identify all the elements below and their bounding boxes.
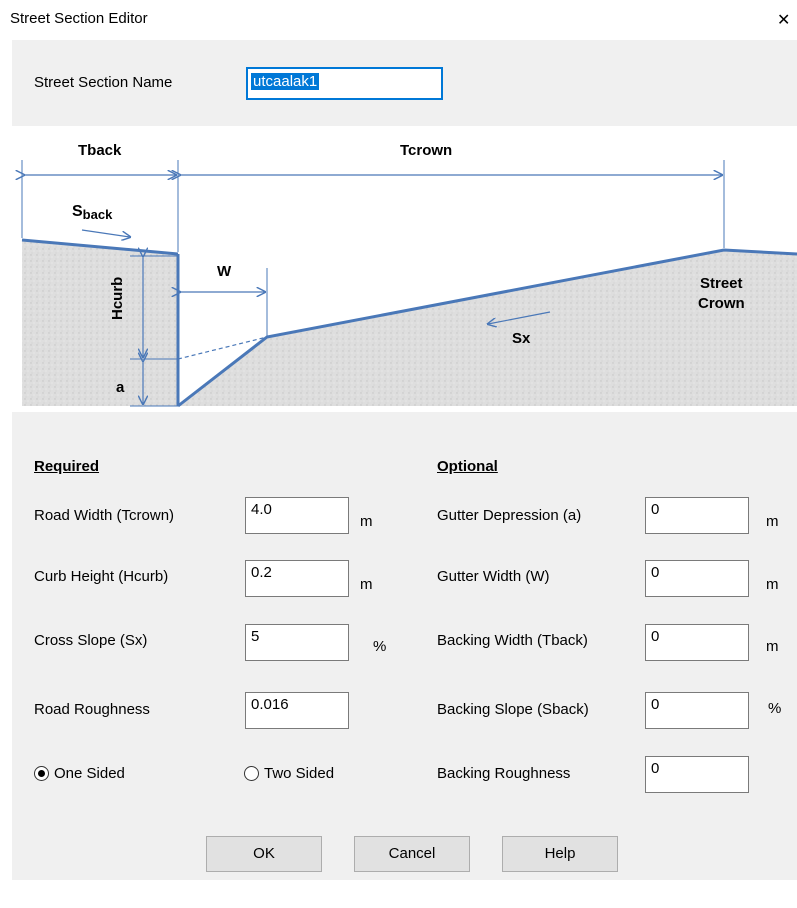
street-label: Street — [700, 275, 743, 292]
street-section-name-label: Street Section Name — [34, 74, 173, 91]
gutter-width-label: Gutter Width (W) — [437, 568, 550, 585]
one-sided-label: One Sided — [54, 765, 125, 782]
backing-slope-input[interactable]: 0 — [645, 692, 749, 729]
backing-width-unit: m — [766, 638, 779, 655]
ok-button[interactable]: OK — [206, 836, 322, 872]
backing-width-label: Backing Width (Tback) — [437, 632, 588, 649]
road-width-input[interactable]: 4.0 — [245, 497, 349, 534]
cross-slope-label: Cross Slope (Sx) — [34, 632, 148, 649]
ground-fill — [22, 240, 178, 406]
sback-label: Sback — [72, 203, 113, 222]
road-roughness-input[interactable]: 0.016 — [245, 692, 349, 729]
road-roughness-label: Road Roughness — [34, 701, 150, 718]
radio-unselected-icon[interactable] — [244, 766, 259, 781]
required-heading: Required — [34, 458, 100, 475]
two-sided-option[interactable]: Two Sided — [244, 765, 334, 782]
backing-width-input[interactable]: 0 — [645, 624, 749, 661]
crown-label: Crown — [698, 295, 745, 312]
optional-heading: Optional — [437, 458, 498, 475]
curb-height-unit: m — [360, 576, 373, 593]
sback-arrow — [81, 229, 130, 237]
backing-roughness-label: Backing Roughness — [437, 765, 571, 782]
ground-fill-road — [178, 250, 797, 406]
tcrown-label: Tcrown — [400, 142, 452, 159]
backing-slope-label: Backing Slope (Sback) — [437, 701, 589, 718]
a-label: a — [116, 379, 125, 396]
backing-slope-unit: % — [768, 700, 782, 717]
cross-slope-unit: % — [373, 638, 387, 655]
street-section-name-input[interactable]: utcaalak1 — [246, 67, 443, 100]
curb-height-input[interactable]: 0.2 — [245, 560, 349, 597]
road-width-unit: m — [360, 513, 373, 530]
cross-slope-input[interactable]: 5 — [245, 624, 349, 661]
sx-label: Sx — [512, 330, 531, 347]
one-sided-option[interactable]: One Sided — [34, 765, 125, 782]
gutter-depression-input[interactable]: 0 — [645, 497, 749, 534]
hcurb-label: Hcurb — [109, 277, 126, 320]
gutter-width-input[interactable]: 0 — [645, 560, 749, 597]
street-section-diagram: Tback Tcrown Sback W Hcurb a Sx Street C… — [12, 142, 797, 408]
backing-roughness-input[interactable]: 0 — [645, 756, 749, 793]
road-width-label: Road Width (Tcrown) — [34, 507, 175, 524]
help-button[interactable]: Help — [502, 836, 618, 872]
gutter-width-unit: m — [766, 576, 779, 593]
window-title: Street Section Editor — [10, 10, 148, 27]
radio-selected-icon[interactable] — [34, 766, 49, 781]
gutter-depression-label: Gutter Depression (a) — [437, 507, 582, 524]
close-icon[interactable]: ✕ — [777, 10, 790, 30]
w-label: W — [217, 263, 232, 280]
gutter-depression-unit: m — [766, 513, 779, 530]
cancel-button[interactable]: Cancel — [354, 836, 470, 872]
tback-label: Tback — [78, 142, 122, 159]
curb-height-label: Curb Height (Hcurb) — [34, 568, 169, 585]
two-sided-label: Two Sided — [264, 765, 335, 782]
